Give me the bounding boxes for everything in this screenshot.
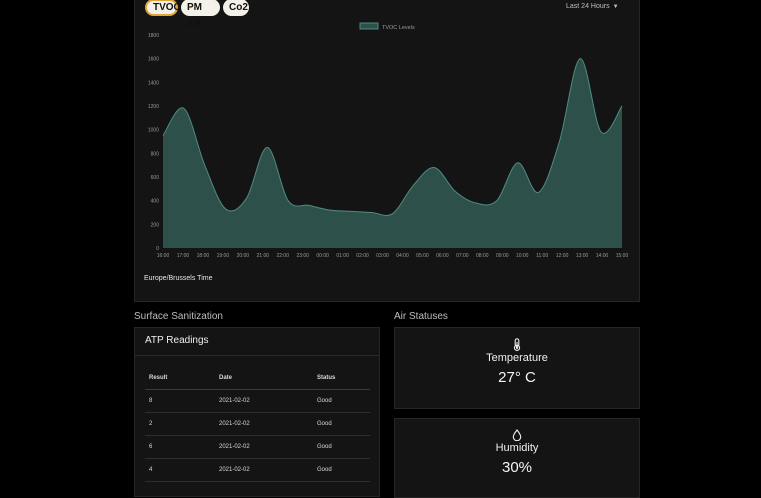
status-cell: Good [313,458,370,482]
x-tick-label: 10:00 [516,253,529,259]
humidity-value: 30% [501,459,533,476]
y-tick-label: 1000 [148,128,159,134]
time-range-select[interactable]: Last 24 Hours ▼ [566,3,619,10]
column-header-date: Date [215,366,313,390]
timezone-label: Europe/Brussels Time [144,275,213,282]
x-tick-label: 03:00 [376,253,389,259]
atp-readings-title: ATP Readings [145,335,209,346]
time-range-value: Last 24 Hours [566,3,610,10]
date-cell: 2021-02-02 [215,435,313,459]
date-cell: 2021-02-02 [215,458,313,482]
table-header-row: Result Date Status [145,366,370,390]
x-tick-label: 04:00 [396,253,409,259]
table-row: 2 2021-02-02 Good [145,412,370,436]
y-tick-label: 1600 [148,57,159,63]
x-tick-label: 02:00 [356,253,369,259]
x-tick-label: 09:00 [496,253,509,259]
temperature-card: Temperature 27° C [394,327,640,409]
atp-readings-card: ATP Readings Result Date Status 8 2021-0… [134,327,380,497]
date-cell: 2021-02-02 [215,389,313,413]
table-row: 6 2021-02-02 Good [145,435,370,459]
x-tick-label: 16:00 [157,253,170,259]
y-tick-label: 200 [151,222,160,228]
tab-tvoc[interactable]: TVOC [145,0,181,16]
legend-label: TVOC Levels [382,25,415,31]
x-tick-label: 14:00 [596,253,609,259]
y-tick-label: 1800 [148,33,159,39]
table-row: 4 2021-02-02 Good [145,458,370,482]
x-tick-label: 22:00 [276,253,289,259]
column-header-status: Status [313,366,370,390]
surface-sanitization-title: Surface Sanitization [134,311,223,322]
tvoc-chart: TVOC Levels 0 200 400 600 800 1000 1200 1400 160… [148,22,629,259]
y-tick-label: 800 [151,151,160,157]
thermometer-icon [513,338,521,351]
y-tick-label: 400 [151,199,160,205]
status-cell: Good [313,435,370,459]
atp-table: Result Date Status 8 2021-02-02 Good 2 2… [145,366,370,482]
result-cell: 8 [145,389,215,413]
result-cell: 2 [145,412,215,436]
table-row: 8 2021-02-02 Good [145,389,370,413]
legend-swatch [359,22,379,30]
x-tick-label: 01:00 [336,253,349,259]
x-tick-label: 00:00 [316,253,329,259]
x-tick-label: 15:00 [616,253,629,259]
y-tick-label: 1200 [148,104,159,110]
y-tick-label: 0 [156,246,159,252]
status-cell: Good [313,389,370,413]
x-tick-label: 18:00 [197,253,210,259]
chart-legend: TVOC Levels [359,22,415,31]
date-cell: 2021-02-02 [215,412,313,436]
x-tick-label: 21:00 [257,253,270,259]
x-tick-label: 11:00 [536,253,548,259]
x-tick-label: 08:00 [476,253,489,259]
droplet-icon [512,429,522,441]
x-tick-label: 12:00 [556,253,569,259]
column-header-result: Result [145,366,215,390]
y-tick-label: 1400 [148,80,159,86]
tvoc-area [163,58,622,248]
chevron-down-icon: ▼ [612,4,619,10]
tab-pm25[interactable]: PM 2.5 [181,0,220,30]
humidity-card: Humidity 30% [394,418,640,498]
x-tick-label: 23:00 [296,253,309,259]
divider [135,355,379,356]
air-statuses-title: Air Statuses [394,311,448,322]
temperature-value: 27° C [498,369,536,386]
tab-co2[interactable]: Co2 [223,0,249,16]
x-tick-label: 05:00 [416,253,429,259]
y-tick-label: 600 [151,175,160,181]
humidity-label: Humidity [495,442,539,454]
status-cell: Good [313,412,370,436]
x-tick-label: 07:00 [456,253,469,259]
temperature-label: Temperature [486,352,548,364]
result-cell: 4 [145,458,215,482]
result-cell: 6 [145,435,215,459]
x-tick-label: 17:00 [177,253,190,259]
x-tick-label: 13:00 [576,253,589,259]
x-tick-label: 20:00 [237,253,250,259]
x-tick-label: 06:00 [436,253,449,259]
x-tick-label: 19:00 [217,253,230,259]
